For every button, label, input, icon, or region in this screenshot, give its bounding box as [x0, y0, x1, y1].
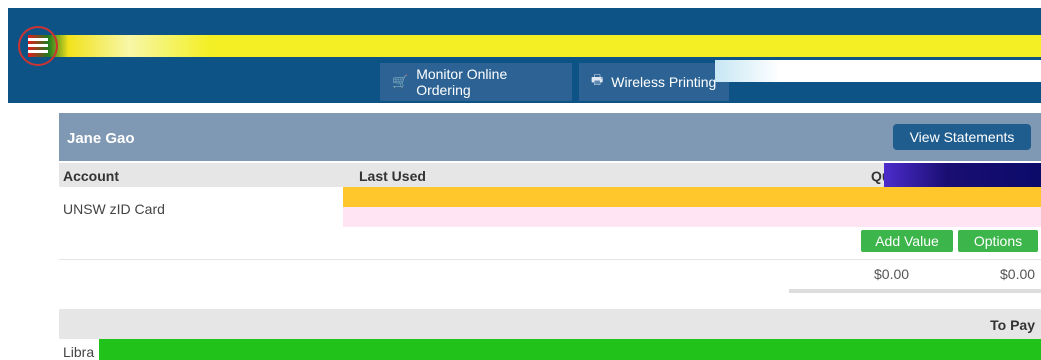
to-pay-subheader: To Pay — [59, 309, 1041, 339]
view-statements-button[interactable]: View Statements — [893, 124, 1031, 150]
wireless-printing-label: Wireless Printing — [611, 74, 717, 90]
balance-row: $0.00 $0.00 — [59, 260, 1041, 308]
quota-amount: $0.00 — [1000, 266, 1036, 282]
corrupted-banner-strip — [28, 35, 1041, 57]
user-name: Jane Gao — [67, 130, 135, 147]
wireless-printing-button[interactable]: 🖶 Wireless Printing — [579, 63, 729, 101]
corrupted-last-used-cell — [343, 187, 1041, 227]
shopping-cart-icon: 🛒 — [392, 74, 409, 89]
corrupted-header-region — [884, 163, 1041, 187]
accounts-table-header: Account Last Used Qu — [59, 163, 1041, 187]
to-pay-label: To Pay — [990, 317, 1035, 333]
add-value-button[interactable]: Add Value — [861, 230, 953, 252]
corrupted-library-row — [99, 339, 1041, 360]
table-row: UNSW zID Card Add Value Options — [59, 187, 1041, 260]
account-name: UNSW zID Card — [63, 201, 165, 217]
balance-amount: $0.00 — [874, 266, 910, 282]
corrupted-overlay — [715, 60, 1041, 82]
monitor-online-ordering-label: Monitor Online Ordering — [416, 66, 508, 98]
printer-icon: 🖶 — [591, 72, 604, 87]
hamburger-menu-icon[interactable] — [18, 26, 58, 66]
balance-progress-bar — [789, 289, 1041, 293]
library-row: Libra — [59, 339, 1041, 360]
account-card-header: Jane Gao View Statements — [59, 113, 1041, 161]
column-account: Account — [63, 168, 119, 184]
monitor-online-ordering-button[interactable]: 🛒 Monitor Online Ordering — [380, 63, 572, 101]
options-button[interactable]: Options — [958, 230, 1038, 252]
library-account-name: Libra — [63, 344, 95, 360]
column-last-used: Last Used — [359, 168, 426, 184]
top-navigation-bar: 🛒 Monitor Online Ordering 🖶 Wireless Pri… — [8, 8, 1041, 103]
